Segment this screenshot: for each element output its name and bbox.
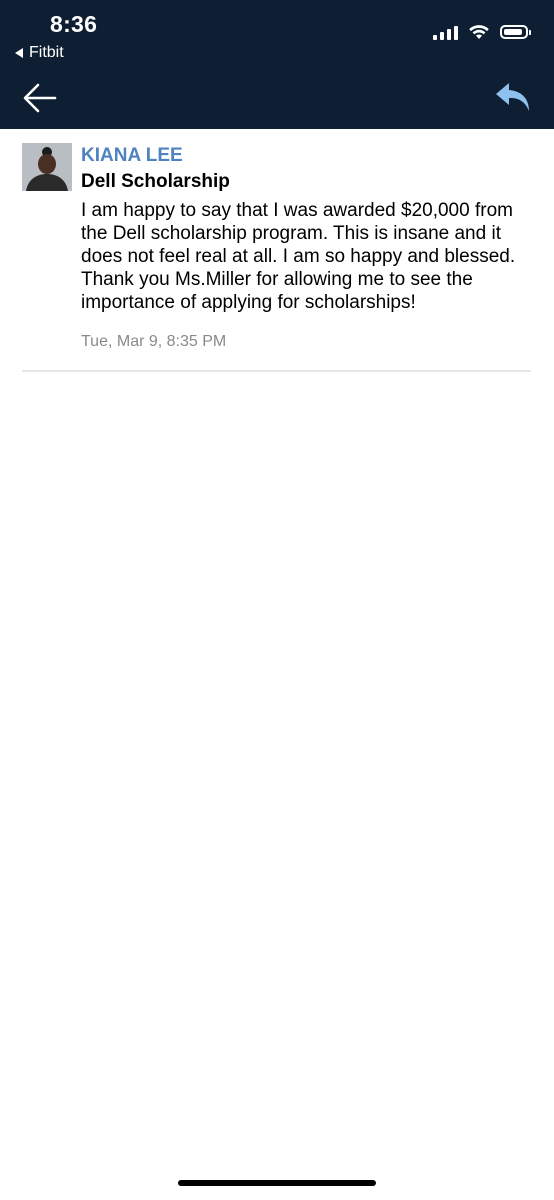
avatar xyxy=(22,143,72,191)
home-indicator[interactable] xyxy=(178,1180,376,1186)
sender-name: KIANA LEE xyxy=(81,145,183,166)
message-item: KIANA LEE Dell Scholarship I am happy to… xyxy=(22,129,531,372)
back-to-app-link[interactable]: Fitbit xyxy=(15,44,64,62)
cellular-signal-icon xyxy=(433,24,458,40)
status-icons xyxy=(433,24,531,40)
status-time: 8:36 xyxy=(50,11,98,37)
reply-icon[interactable] xyxy=(494,80,532,114)
message-body: I am happy to say that I was awarded $20… xyxy=(81,200,516,313)
wifi-icon xyxy=(469,25,489,39)
back-app-label: Fitbit xyxy=(29,44,64,61)
app-header: 8:36 Fitbit xyxy=(0,0,554,129)
email-detail-screen: 8:36 Fitbit KIANA LEE Dell Scholarship I… xyxy=(0,0,554,1200)
message-timestamp: Tue, Mar 9, 8:35 PM xyxy=(81,333,227,350)
battery-icon xyxy=(500,25,531,39)
arrow-left-icon[interactable] xyxy=(22,80,58,116)
message-subject: Dell Scholarship xyxy=(81,171,230,192)
back-triangle-icon xyxy=(15,48,23,58)
